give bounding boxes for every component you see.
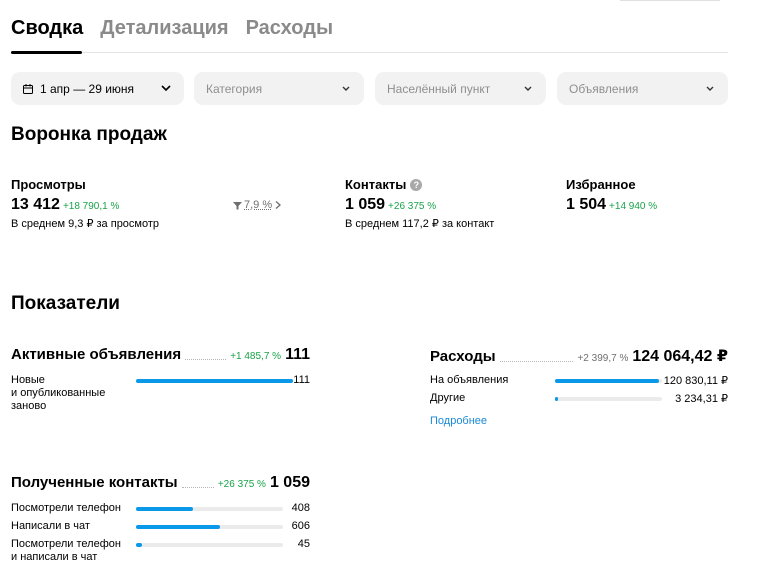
bar-fill [136,525,221,529]
row-value: 606 [291,520,310,532]
expenses-header: Расходы +2 399,7 % 124 064,42 ₽ [430,346,728,366]
expenses-row-label: Другие [430,392,466,404]
contacts-delta: +26 375 % [388,201,437,212]
row-label-line: заново [11,400,47,412]
metric-favorites-label: Избранное [566,177,636,192]
bar-track [136,379,293,383]
more-details-link[interactable]: Подробнее [430,415,487,427]
metric-views-value: 13 412 +18 790,1 % [11,196,159,214]
funnel-title: Воронка продаж [11,124,167,145]
chevron-down-icon [524,86,532,91]
contacts-row-label: Посмотрели телефон [11,502,121,514]
row-value: 111 [293,374,310,386]
bar-fill [136,543,143,547]
row-value: 120 830,11 ₽ [663,375,728,387]
dotted-leader [499,361,574,362]
indicators-title: Показатели [11,293,120,314]
chevron-right-icon [275,201,282,209]
row-label-line: Посмотрели телефон [11,538,121,550]
calendar-icon [23,83,33,94]
chevron-down-icon [342,86,350,91]
row-label-line: и опубликованные [11,387,106,399]
bar-fill [136,507,193,511]
active-ads-row-label: Новые и опубликованные заново [11,374,105,413]
views-count: 13 412 [11,196,60,213]
tab-bar: Сводка Детализация Расходы [11,17,333,40]
tabs-divider [11,52,728,53]
metric-contacts-label: Контакты [345,177,407,192]
active-ads-header: Активные объявления +1 485,7 % 111 [11,346,310,364]
contacts-row-label: Посмотрели телефон и написали в чат [11,538,121,564]
conversion-rate: 7,9 % [244,199,273,211]
tab-summary[interactable]: Сводка [11,17,83,40]
row-value: 408 [291,502,310,514]
ads-filter[interactable]: Объявления [557,72,728,105]
expenses-row-label: На объявления [430,374,509,386]
active-ads-title: Активные объявления [11,346,182,363]
conversion-link[interactable]: 7,9 % [233,199,282,211]
metric-contacts: Контакты ? 1 059 +26 375 % В среднем 117,… [345,177,494,230]
metric-views: Просмотры 13 412 +18 790,1 % В среднем 9,… [11,177,159,230]
metric-contacts-value: 1 059 +26 375 % [345,196,494,214]
active-tab-indicator [11,51,82,54]
received-contacts-delta: +26 375 % [217,479,266,490]
row-label-line: и написали в чат [11,551,98,563]
expenses-title: Расходы [430,348,496,365]
bar-track [136,525,283,529]
tab-details[interactable]: Детализация [100,17,228,40]
top-edge-stub [620,0,720,1]
bar-fill [136,379,293,383]
city-filter[interactable]: Населённый пункт [375,72,546,105]
funnel-icon [233,201,242,209]
category-filter[interactable]: Категория [194,72,364,105]
dotted-leader [181,487,214,488]
date-range-filter[interactable]: 1 апр — 29 июня [11,72,184,105]
category-filter-placeholder: Категория [206,81,263,96]
row-value: 3 234,31 ₽ [675,393,728,405]
bar-fill [555,397,559,401]
metric-contacts-header: Контакты ? [345,177,494,192]
bar-track [136,507,283,511]
contacts-count: 1 059 [345,196,386,213]
views-delta: +18 790,1 % [62,201,120,212]
expenses-total: 124 064,42 ₽ [632,348,728,365]
expenses-delta: +2 399,7 % [577,353,629,364]
metric-favorites: Избранное 1 504 +14 940 % [566,177,657,214]
dotted-leader [185,359,227,360]
city-filter-placeholder: Населённый пункт [387,81,491,96]
tab-expenses[interactable]: Расходы [246,17,333,40]
favorites-count: 1 504 [566,196,607,213]
received-contacts-header: Полученные контакты +26 375 % 1 059 [11,474,310,492]
metric-favorites-value: 1 504 +14 940 % [566,196,657,214]
help-icon[interactable]: ? [410,178,423,191]
received-contacts-title: Полученные контакты [11,474,178,491]
chevron-down-icon [161,85,171,92]
contacts-avg-cost: В среднем 117,2 ₽ за контакт [345,218,495,230]
chevron-down-icon [706,86,714,91]
date-range-value: 1 апр — 29 июня [40,81,135,96]
bar-track [136,543,283,547]
row-label-line: Новые [11,374,45,386]
received-contacts-total: 1 059 [269,474,310,491]
ads-filter-placeholder: Объявления [569,81,639,96]
favorites-delta: +14 940 % [609,201,658,212]
active-ads-delta: +1 485,7 % [230,351,282,362]
active-ads-total: 111 [285,346,310,363]
row-value: 45 [297,538,310,550]
views-avg-cost: В среднем 9,3 ₽ за просмотр [11,218,160,230]
metric-views-label: Просмотры [11,177,86,192]
contacts-row-label: Написали в чат [11,520,90,532]
